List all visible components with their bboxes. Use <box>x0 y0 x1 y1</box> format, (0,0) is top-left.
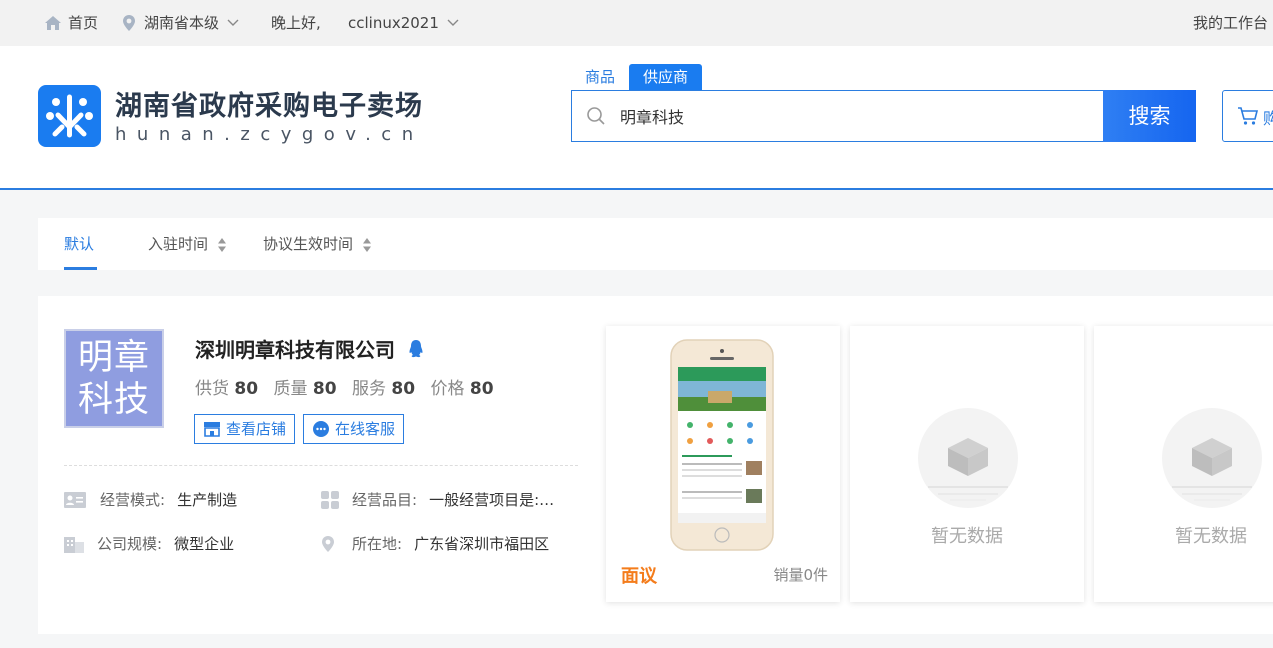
workbench-link[interactable]: 我的工作台 <box>1193 0 1268 46</box>
company-scale: 公司规模: 微型企业 <box>64 533 234 554</box>
chevron-down-icon <box>447 19 459 26</box>
company-location-label: 所在地: <box>352 535 403 553</box>
supplier-avatar[interactable]: 明章 科技 <box>64 329 164 428</box>
cart-button[interactable]: 购 <box>1222 90 1273 142</box>
chevron-down-icon <box>227 19 239 26</box>
id-card-icon <box>64 491 86 508</box>
business-category-value: 一般经营项目是:… <box>429 491 555 509</box>
search-box <box>571 90 1103 142</box>
empty-box-icon <box>1162 408 1262 508</box>
avatar-text-line2: 科技 <box>77 380 150 420</box>
online-service-label: 在线客服 <box>335 420 396 438</box>
home-label: 首页 <box>68 14 99 32</box>
chat-icon <box>313 421 329 437</box>
empty-product-card: 暂无数据 <box>850 326 1084 602</box>
business-category-label: 经营品目: <box>352 491 418 509</box>
online-service-button[interactable]: 在线客服 <box>303 414 405 444</box>
location-pin-icon <box>322 535 334 552</box>
search-tab-supplier[interactable]: 供应商 <box>629 64 702 90</box>
score-quality-label: 质量 <box>273 379 308 399</box>
view-shop-label: 查看店铺 <box>226 420 287 438</box>
score-supply-label: 供货 <box>195 379 229 399</box>
company-location: 所在地: 广东省深圳市福田区 <box>321 533 549 554</box>
empty-box-icon <box>918 408 1018 508</box>
score-quality-value: 80 <box>312 379 337 399</box>
home-link[interactable]: 首页 <box>44 0 98 46</box>
company-name-text: 深圳明章科技有限公司 <box>195 338 395 362</box>
company-name[interactable]: 深圳明章科技有限公司 <box>195 334 424 363</box>
sort-bar: 默认 入驻时间 协议生效时间 <box>38 218 1273 270</box>
sort-caret-icon <box>362 237 371 252</box>
search-icon <box>587 107 605 125</box>
view-shop-button[interactable]: 查看店铺 <box>194 414 296 444</box>
sort-join-time-label: 入驻时间 <box>148 235 209 253</box>
product-card[interactable]: 面议 销量0件 <box>606 326 840 602</box>
location-pin-icon <box>123 15 135 31</box>
active-tab-indicator <box>64 267 97 270</box>
cart-label: 购 <box>1263 109 1273 128</box>
site-title[interactable]: 湖南省政府采购电子卖场 <box>115 84 423 123</box>
home-icon <box>45 16 61 30</box>
business-mode-label: 经营模式: <box>100 491 166 509</box>
region-selector[interactable]: 湖南省本级 <box>122 0 239 46</box>
sort-join-time[interactable]: 入驻时间 <box>148 218 227 270</box>
qq-icon[interactable] <box>408 339 424 359</box>
shop-icon <box>204 422 220 437</box>
username-label: cclinux2021 <box>348 14 439 32</box>
empty-text: 暂无数据 <box>931 526 1003 547</box>
company-location-value: 广东省深圳市福田区 <box>414 535 550 553</box>
product-sales: 销量0件 <box>773 566 828 584</box>
sort-agreement-time[interactable]: 协议生效时间 <box>263 218 372 270</box>
region-label: 湖南省本级 <box>144 14 220 32</box>
company-scale-value: 微型企业 <box>174 535 235 553</box>
sort-default[interactable]: 默认 <box>64 218 94 270</box>
search-input[interactable] <box>620 91 1090 141</box>
sort-agreement-time-label: 协议生效时间 <box>263 235 354 253</box>
grid-icon <box>321 490 339 509</box>
score-supply-value: 80 <box>234 379 259 399</box>
product-image-phone <box>670 339 774 551</box>
supplier-card: 明章 科技 深圳明章科技有限公司 供货 80 质量 80 服务 80 价格 80… <box>38 296 1273 634</box>
business-mode-value: 生产制造 <box>177 491 238 509</box>
cart-icon <box>1238 107 1259 125</box>
search-tab-goods[interactable]: 商品 <box>577 64 623 90</box>
site-domain: hunan.zcygov.cn <box>115 124 424 145</box>
product-price: 面议 <box>621 566 657 587</box>
empty-product-card: 暂无数据 <box>1094 326 1273 602</box>
empty-text: 暂无数据 <box>1175 526 1247 547</box>
divider <box>64 465 578 466</box>
sort-caret-icon <box>217 237 226 252</box>
score-price-label: 价格 <box>430 379 465 399</box>
score-service-label: 服务 <box>351 379 386 399</box>
score-price-value: 80 <box>469 379 494 399</box>
avatar-text-line1: 明章 <box>77 338 150 378</box>
score-service-value: 80 <box>391 379 416 399</box>
building-icon <box>64 536 84 553</box>
site-logo-icon[interactable] <box>38 85 101 147</box>
site-header: 湖南省政府采购电子卖场 hunan.zcygov.cn 商品 供应商 搜索 购 <box>0 46 1273 190</box>
business-category: 经营品目: 一般经营项目是:… <box>321 489 554 510</box>
greeting-text: 晚上好, <box>271 14 321 32</box>
supplier-scores: 供货 80 质量 80 服务 80 价格 80 <box>195 374 504 399</box>
user-menu[interactable]: cclinux2021 <box>348 0 459 46</box>
company-scale-label: 公司规模: <box>97 535 163 553</box>
business-mode: 经营模式: 生产制造 <box>64 489 237 510</box>
top-bar: 首页 湖南省本级 晚上好, cclinux2021 我的工作台 <box>0 0 1273 46</box>
search-button[interactable]: 搜索 <box>1103 90 1196 142</box>
